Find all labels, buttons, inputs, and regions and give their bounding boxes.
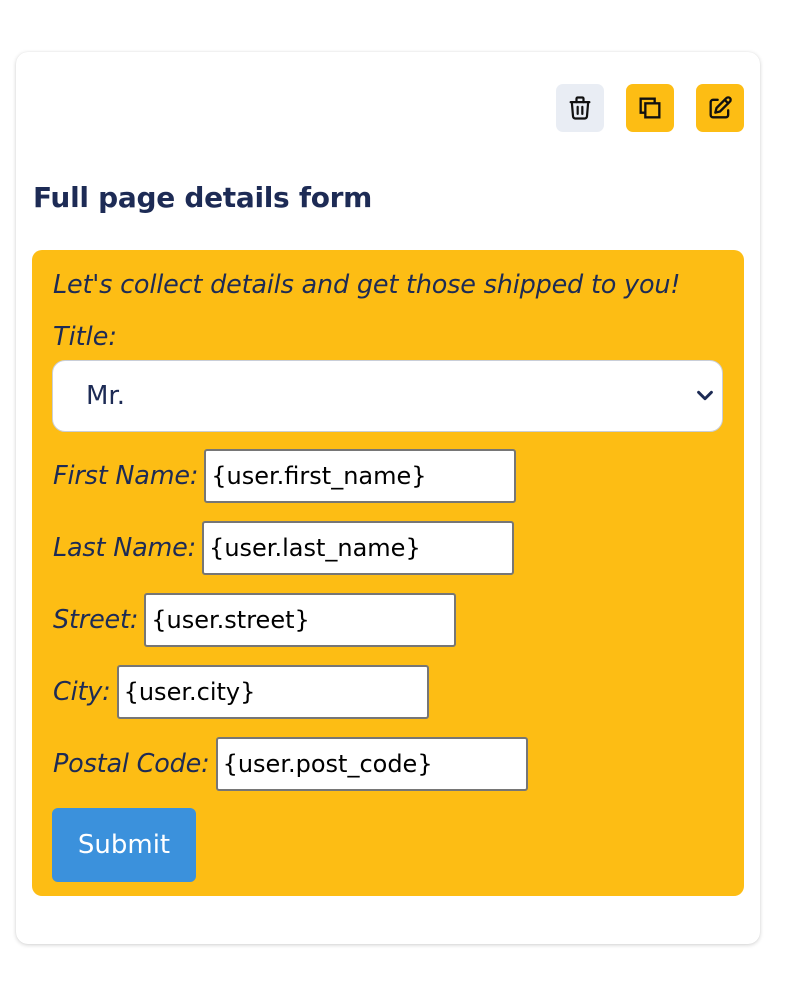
card-toolbar <box>556 84 744 132</box>
last-name-input[interactable] <box>202 521 515 575</box>
city-label: City: <box>53 677 111 707</box>
first-name-input[interactable] <box>204 449 517 503</box>
details-form: Let's collect details and get those ship… <box>32 250 744 896</box>
edit-icon <box>709 96 732 119</box>
postal-code-row: Postal Code: <box>53 736 528 792</box>
last-name-label: Last Name: <box>53 533 197 563</box>
form-intro-text: Let's collect details and get those ship… <box>53 270 681 300</box>
trash-icon <box>569 96 591 120</box>
title-select-value: Mr. <box>86 381 125 411</box>
card-title: Full page details form <box>33 181 373 214</box>
copy-icon <box>639 97 661 119</box>
city-input[interactable] <box>116 665 429 719</box>
city-row: City: <box>53 664 429 720</box>
form-card: Full page details form Let's collect det… <box>16 52 760 944</box>
first-name-label: First Name: <box>53 461 199 491</box>
title-select[interactable]: Mr. <box>52 360 723 432</box>
street-row: Street: <box>53 592 457 648</box>
title-label: Title: <box>53 322 118 352</box>
duplicate-button[interactable] <box>626 84 674 132</box>
chevron-down-icon <box>697 390 713 401</box>
street-input[interactable] <box>144 593 457 647</box>
submit-button[interactable]: Submit <box>52 808 196 882</box>
first-name-row: First Name: <box>53 448 517 504</box>
delete-button[interactable] <box>556 84 604 132</box>
postal-code-label: Postal Code: <box>53 749 210 779</box>
postal-code-input[interactable] <box>215 737 528 791</box>
street-label: Street: <box>53 605 139 635</box>
edit-button[interactable] <box>696 84 744 132</box>
last-name-row: Last Name: <box>53 520 515 576</box>
